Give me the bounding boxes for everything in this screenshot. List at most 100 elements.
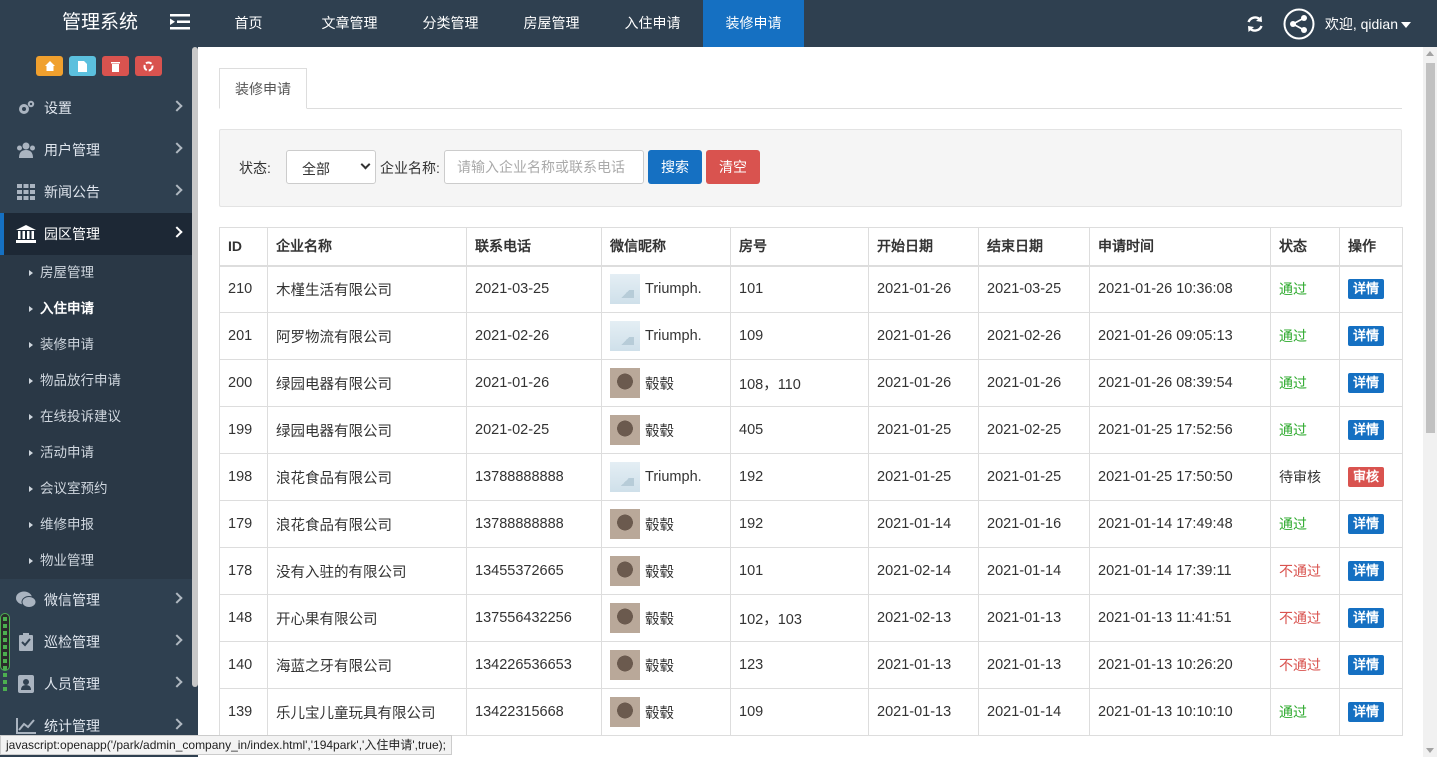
company-search-input[interactable]	[444, 150, 644, 184]
submenu-item-0[interactable]: 房屋管理	[0, 255, 198, 291]
status-bar-url: javascript:openapp('/park/admin_company_…	[0, 735, 452, 755]
detail-button[interactable]: 详情	[1348, 561, 1385, 581]
cell-end-date: 2021-02-25	[978, 406, 1090, 454]
refresh-icon[interactable]	[1245, 14, 1265, 34]
nav-item-1[interactable]: 文章管理	[299, 0, 400, 47]
sidebar-item-checklist[interactable]: 巡检管理	[0, 621, 198, 663]
column-header: 联系电话	[466, 227, 602, 267]
avatar[interactable]	[1283, 8, 1315, 40]
submenu-item-5[interactable]: 活动申请	[0, 435, 198, 471]
column-header: 操作	[1339, 227, 1403, 267]
home-button[interactable]	[36, 56, 63, 76]
cell-id: 148	[219, 594, 268, 642]
status-select[interactable]: 全部	[286, 150, 376, 184]
nav-item-5[interactable]: 装修申请	[703, 0, 804, 47]
table-row: 199 绿园电器有限公司 2021-02-25 毂毂 405 2021-01-25 2021…	[219, 406, 1403, 454]
cell-room: 109	[730, 688, 869, 736]
submenu-item-8[interactable]: 物业管理	[0, 543, 198, 579]
recycle-button[interactable]	[135, 56, 162, 76]
status-badge: 通过	[1279, 516, 1307, 532]
cell-id: 201	[219, 312, 268, 360]
submenu-item-4[interactable]: 在线投诉建议	[0, 399, 198, 435]
cell-start-date: 2021-02-13	[868, 594, 979, 642]
delete-button[interactable]	[102, 56, 129, 76]
cell-company: 浪花食品有限公司	[267, 500, 467, 548]
cell-wechat: 毂毂	[601, 547, 731, 595]
detail-button[interactable]: 详情	[1348, 373, 1385, 393]
search-button[interactable]: 搜索	[648, 150, 702, 184]
sidebar-item-label: 微信管理	[44, 592, 100, 608]
quick-actions	[0, 47, 198, 87]
cell-applied-time: 2021-01-25 17:52:56	[1089, 406, 1271, 454]
nav-item-0[interactable]: 首页	[198, 0, 299, 47]
cell-id: 198	[219, 453, 268, 501]
page-scrollbar[interactable]	[1423, 47, 1437, 757]
submenu-item-1[interactable]: 入住申请	[0, 291, 198, 327]
nav-item-3[interactable]: 房屋管理	[501, 0, 602, 47]
submenu-item-3[interactable]: 物品放行申请	[0, 363, 198, 399]
cell-phone: 13455372665	[466, 547, 602, 595]
scrollbar-thumb[interactable]	[1426, 63, 1435, 433]
submenu-item-2[interactable]: 装修申请	[0, 327, 198, 363]
status-badge: 不通过	[1279, 657, 1321, 673]
cell-action: 详情	[1339, 359, 1403, 407]
document-button[interactable]	[69, 56, 96, 76]
table-row: 179 浪花食品有限公司 13788888888 毂毂 192 2021-01-14 202…	[219, 500, 1403, 548]
submenu-item-7[interactable]: 维修申报	[0, 507, 198, 543]
cell-company: 开心果有限公司	[267, 594, 467, 642]
sidebar-item-id-card[interactable]: 人员管理	[0, 663, 198, 705]
submenu-item-label: 房屋管理	[40, 265, 94, 280]
sidebar-item-wechat[interactable]: 微信管理	[0, 579, 198, 621]
submenu-item-label: 维修申报	[40, 517, 94, 532]
status-badge: 不通过	[1279, 610, 1321, 626]
table-row: 140 海蓝之牙有限公司 134226536653 毂毂 123 2021-01-13 20…	[219, 641, 1403, 689]
cell-room: 192	[730, 500, 869, 548]
wechat-nickname: 毂毂	[645, 423, 674, 440]
cell-action: 详情	[1339, 500, 1403, 548]
scroll-down-icon[interactable]	[1426, 748, 1434, 753]
clear-button[interactable]: 清空	[706, 150, 760, 184]
users-icon	[16, 140, 36, 160]
cell-applied-time: 2021-01-14 17:39:11	[1089, 547, 1271, 595]
user-menu[interactable]: 欢迎, qidian	[1325, 14, 1411, 34]
detail-button[interactable]: 详情	[1348, 420, 1385, 440]
wechat-user: 毂毂	[610, 603, 730, 633]
cell-status: 待审核	[1270, 453, 1340, 501]
detail-button[interactable]: 详情	[1348, 608, 1385, 628]
sidebar-item-grid[interactable]: 新闻公告	[0, 171, 198, 213]
cell-room: 108，110	[730, 359, 869, 407]
detail-button[interactable]: 详情	[1348, 514, 1385, 534]
status-badge: 通过	[1279, 328, 1307, 344]
submenu-item-6[interactable]: 会议室预约	[0, 471, 198, 507]
cell-end-date: 2021-01-26	[978, 359, 1090, 407]
tab-renovation[interactable]: 装修申请	[219, 68, 307, 109]
detail-button[interactable]: 详情	[1348, 279, 1385, 300]
application-table: ID 企业名称 联系电话 微信昵称 房号 开始日期 结束日期 申请时间 状态 操作 210 木槿生活…	[219, 227, 1403, 736]
detail-button[interactable]: 详情	[1348, 655, 1385, 675]
gears-icon	[16, 98, 36, 118]
sidebar-item-gears[interactable]: 设置	[0, 87, 198, 129]
sidebar-item-users[interactable]: 用户管理	[0, 129, 198, 171]
status-filter-label: 状态:	[239, 160, 271, 176]
cell-wechat: 毂毂	[601, 594, 731, 642]
cell-start-date: 2021-01-13	[868, 688, 979, 736]
detail-button[interactable]: 详情	[1348, 326, 1385, 346]
status-badge: 通过	[1279, 704, 1307, 720]
checklist-icon	[16, 632, 36, 652]
cell-applied-time: 2021-01-14 17:49:48	[1089, 500, 1271, 548]
nav-item-2[interactable]: 分类管理	[400, 0, 501, 47]
wechat-user: 毂毂	[610, 697, 730, 727]
scroll-up-icon[interactable]	[1426, 51, 1434, 56]
cell-applied-time: 2021-01-25 17:50:50	[1089, 453, 1271, 501]
company-filter-label: 企业名称:	[380, 160, 440, 176]
sidebar-item-label: 统计管理	[44, 718, 100, 734]
submenu-item-label: 装修申请	[40, 337, 94, 352]
detail-button[interactable]: 详情	[1348, 702, 1385, 722]
menu-toggle-icon[interactable]	[170, 13, 190, 31]
review-button[interactable]: 审核	[1348, 467, 1385, 487]
cell-phone: 13422315668	[466, 688, 602, 736]
park-submenu: 房屋管理入住申请装修申请物品放行申请在线投诉建议活动申请 会议室预约维修申报物业管…	[0, 255, 198, 579]
submenu-item-label: 在线投诉建议	[40, 409, 121, 424]
nav-item-4[interactable]: 入住申请	[602, 0, 703, 47]
sidebar-item-bank[interactable]: 园区管理	[0, 213, 198, 255]
